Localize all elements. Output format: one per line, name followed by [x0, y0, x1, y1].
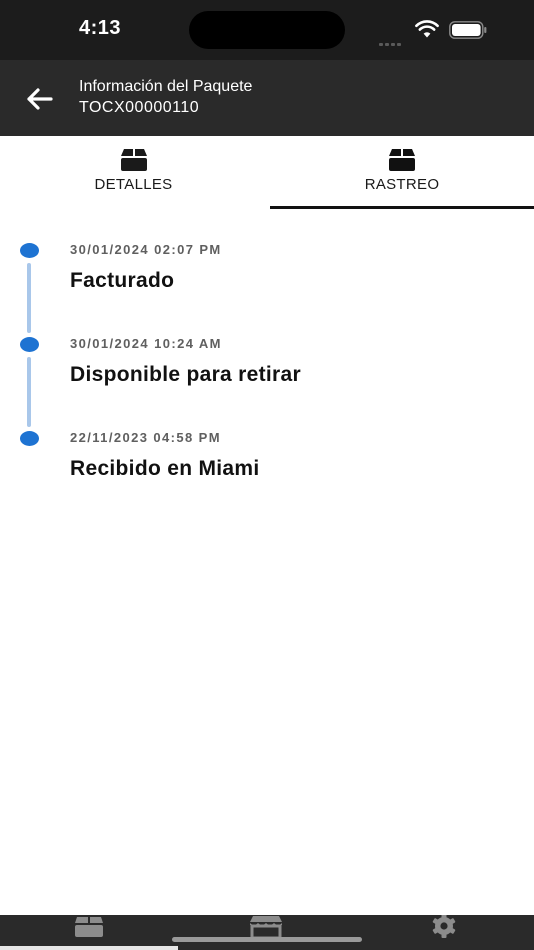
package-icon	[75, 917, 103, 937]
timeline-dot	[20, 431, 39, 446]
package-icon	[120, 149, 147, 171]
event-status: Recibido en Miami	[70, 457, 260, 480]
timeline-event: 22/11/2023 04:58 PM Recibido en Miami	[0, 398, 534, 492]
event-date: 22/11/2023 04:58 PM	[70, 430, 221, 445]
tab-bar: DETALLES RASTREO	[0, 136, 534, 210]
store-icon	[250, 916, 282, 939]
app-header: Información del Paquete TOCX00000110	[0, 60, 534, 136]
home-indicator	[172, 937, 362, 942]
timeline-event: 30/01/2024 02:07 PM Facturado	[0, 210, 534, 333]
active-tab-indicator	[270, 206, 534, 209]
cellular-signal-icon	[379, 33, 407, 46]
battery-icon	[449, 21, 487, 39]
nav-settings-button[interactable]	[414, 915, 474, 943]
timeline-dot	[20, 243, 39, 258]
wifi-icon	[415, 20, 439, 38]
tab-details-label: DETALLES	[94, 176, 173, 193]
tracking-number: TOCX00000110	[79, 99, 200, 116]
status-time: 4:13	[79, 17, 122, 39]
back-button[interactable]	[20, 80, 58, 118]
page-title: Información del Paquete	[79, 78, 253, 95]
event-date: 30/01/2024 02:07 PM	[70, 242, 222, 257]
timeline-event: 30/01/2024 10:24 AM Disponible para reti…	[0, 304, 534, 427]
package-icon	[389, 149, 415, 171]
event-status: Facturado	[70, 269, 175, 292]
gear-icon	[432, 915, 456, 938]
nav-packages-button[interactable]	[59, 915, 119, 943]
tab-tracking-label: RASTREO	[364, 176, 440, 193]
status-bar: 4:13	[0, 0, 534, 60]
event-date: 30/01/2024 10:24 AM	[70, 336, 222, 351]
timeline-dot	[20, 337, 39, 352]
dynamic-island	[189, 11, 345, 49]
nav-active-indicator	[0, 946, 178, 950]
tab-details[interactable]: DETALLES	[0, 136, 267, 210]
bottom-navigation	[0, 915, 534, 950]
tab-tracking[interactable]: RASTREO	[270, 136, 534, 210]
arrow-left-icon	[27, 88, 53, 110]
event-status: Disponible para retirar	[70, 363, 301, 386]
